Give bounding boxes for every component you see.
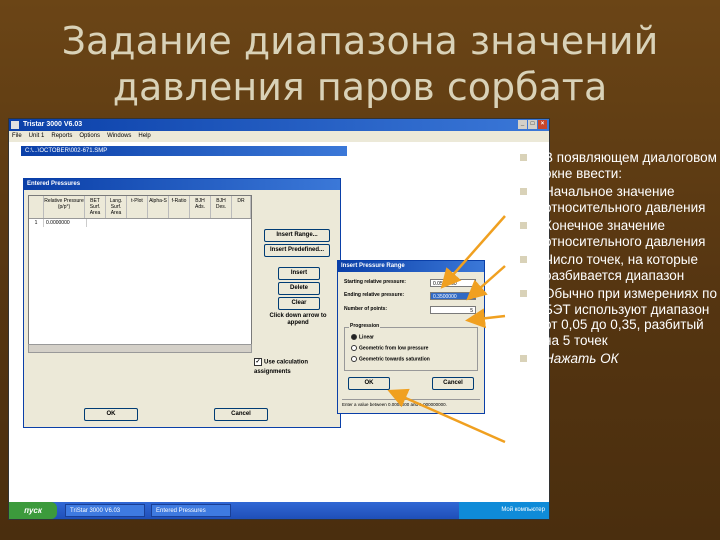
- slide-title-line-1: Задание диапазона значений: [61, 19, 659, 63]
- app-workspace: C:\...\OCTOBER\002-671.SMP Entered Press…: [9, 142, 549, 502]
- column-header: [29, 196, 44, 218]
- relative-pressure-cell[interactable]: 0.0000000: [44, 219, 87, 227]
- column-header: Lang. Surf. Area: [106, 196, 127, 218]
- column-header: t-Plot: [127, 196, 148, 218]
- list-item: Начальное значение относительного давлен…: [510, 184, 720, 215]
- maximize-button[interactable]: □: [528, 120, 537, 129]
- radio-unselected-icon: [351, 345, 357, 351]
- bullet-square-icon: [520, 290, 527, 297]
- minimize-button[interactable]: _: [518, 120, 527, 129]
- ending-pressure-field[interactable]: 0.3500000: [430, 292, 476, 300]
- app-icon: [11, 121, 19, 129]
- number-of-points-field[interactable]: 5: [430, 306, 476, 314]
- column-header: f-Ratio: [169, 196, 190, 218]
- app-title-text: Tristar 3000 V6.03: [23, 121, 83, 128]
- bullet-square-icon: [520, 256, 527, 263]
- radio-label: Linear: [359, 334, 375, 341]
- delete-button[interactable]: Delete: [278, 282, 320, 295]
- pressures-table-header: Relative Pressure (p/p°) BET Surf. Area …: [29, 196, 251, 219]
- table-row[interactable]: 1 0.0000000: [29, 219, 251, 227]
- progression-linear-radio[interactable]: Linear: [351, 334, 374, 341]
- radio-unselected-icon: [351, 356, 357, 362]
- bullet-square-icon: [520, 154, 527, 161]
- entered-pressures-window: Entered Pressures Relative Pressure (p/p…: [23, 178, 341, 428]
- dialog-status-text: Enter a value between 0.0000000 and 1.00…: [342, 399, 480, 409]
- progression-geometric-saturation-radio[interactable]: Geometric towards saturation: [351, 356, 430, 363]
- column-header: BET Surf. Area: [85, 196, 106, 218]
- menu-item-file[interactable]: File: [12, 131, 22, 142]
- close-button[interactable]: ×: [538, 120, 547, 129]
- taskbar-item-entered-pressures[interactable]: Entered Pressures: [151, 504, 231, 517]
- insert-predefined-button[interactable]: Insert Predefined...: [264, 244, 330, 257]
- bullet-square-icon: [520, 355, 527, 362]
- starting-pressure-field[interactable]: 0.0500000: [430, 279, 476, 287]
- number-of-points-label: Number of points:: [344, 306, 388, 312]
- menu-item-unit[interactable]: Unit 1: [29, 131, 45, 142]
- list-item: Нажать ОК: [510, 351, 720, 367]
- dialog-cancel-button[interactable]: Cancel: [432, 377, 474, 390]
- clear-button[interactable]: Clear: [278, 297, 320, 310]
- sample-file-path: C:\...\OCTOBER\002-671.SMP: [25, 148, 108, 154]
- list-item: В появляющем диалоговом окне ввести:: [510, 150, 720, 181]
- checkbox-checked-icon: ✓: [254, 358, 262, 366]
- horizontal-scrollbar[interactable]: [28, 344, 252, 353]
- calculation-assignments-checkbox[interactable]: ✓ Use calculation assignments: [254, 358, 340, 375]
- taskbar-item-tristar[interactable]: TriStar 3000 V6.03: [65, 504, 145, 517]
- starting-pressure-label: Starting relative pressure:: [344, 279, 406, 285]
- start-button[interactable]: пуск: [9, 502, 57, 519]
- slide-title-line-2: давления паров сорбата: [112, 65, 608, 109]
- append-note: Click down arrow to append: [269, 313, 327, 326]
- app-title-bar: Tristar 3000 V6.03 _ □ ×: [9, 119, 549, 131]
- menu-item-reports[interactable]: Reports: [51, 131, 72, 142]
- application-screenshot: Tristar 3000 V6.03 _ □ × File Unit 1 Rep…: [8, 118, 550, 520]
- sample-file-title-bar: C:\...\OCTOBER\002-671.SMP: [21, 146, 347, 156]
- entered-pressures-title: Entered Pressures: [24, 179, 340, 190]
- menu-item-windows[interactable]: Windows: [107, 131, 131, 142]
- menu-bar: File Unit 1 Reports Options Windows Help: [9, 131, 549, 142]
- radio-selected-icon: [351, 334, 357, 340]
- bullet-square-icon: [520, 222, 527, 229]
- insert-pressure-range-title: Insert Pressure Range: [338, 261, 484, 272]
- dialog-ok-button[interactable]: OK: [348, 377, 390, 390]
- column-header: DR: [232, 196, 251, 218]
- progression-title: Progression: [349, 323, 381, 330]
- menu-item-options[interactable]: Options: [79, 131, 100, 142]
- list-item: Число точек, на которые разбивается диап…: [510, 252, 720, 283]
- ending-pressure-label: Ending relative pressure:: [344, 292, 405, 298]
- pressures-table: Relative Pressure (p/p°) BET Surf. Area …: [28, 195, 252, 345]
- taskbar: пуск TriStar 3000 V6.03 Entered Pressure…: [9, 502, 549, 519]
- bullet-square-icon: [520, 188, 527, 195]
- insert-range-button[interactable]: Insert Range...: [264, 229, 330, 242]
- row-number: 1: [29, 219, 44, 227]
- cancel-button[interactable]: Cancel: [214, 408, 268, 421]
- insert-button[interactable]: Insert: [278, 267, 320, 280]
- slide-title: Задание диапазона значений давления паро…: [60, 18, 660, 110]
- list-item: Конечное значение относительного давлени…: [510, 218, 720, 249]
- radio-label: Geometric from low pressure: [359, 345, 429, 352]
- radio-label: Geometric towards saturation: [359, 356, 430, 363]
- checkbox-label: Use calculation assignments: [254, 359, 309, 375]
- list-item: Обычно при измерениях по БЭТ используют …: [510, 286, 720, 348]
- instruction-list: В появляющем диалоговом окне ввести: Нач…: [510, 150, 720, 370]
- progression-group: Progression Linear Geometric from low pr…: [344, 323, 478, 371]
- column-header: BJH Ads.: [190, 196, 211, 218]
- progression-geometric-low-radio[interactable]: Geometric from low pressure: [351, 345, 428, 352]
- column-header: Relative Pressure (p/p°): [44, 196, 85, 218]
- column-header: BJH Des.: [211, 196, 232, 218]
- insert-pressure-range-dialog: Insert Pressure Range Starting relative …: [337, 260, 485, 414]
- ok-button[interactable]: OK: [84, 408, 138, 421]
- menu-item-help[interactable]: Help: [138, 131, 150, 142]
- column-header: Alpha-S: [148, 196, 169, 218]
- system-tray: Мой компьютер: [459, 502, 549, 519]
